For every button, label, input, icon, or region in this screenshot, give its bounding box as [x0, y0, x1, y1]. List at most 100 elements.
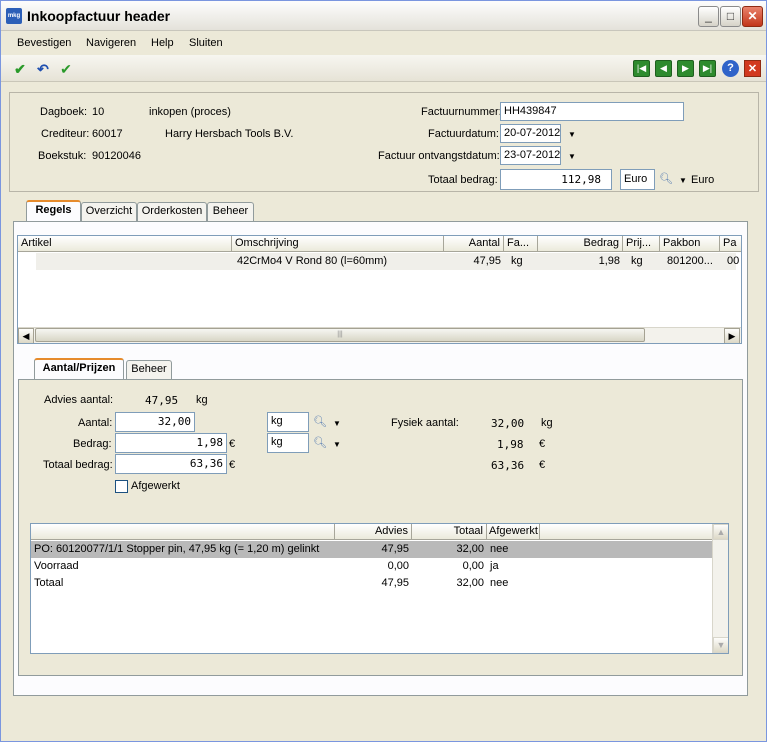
first-record-icon[interactable]: |◀: [633, 60, 650, 77]
tab-regels[interactable]: Regels: [26, 200, 81, 221]
minimize-button[interactable]: _: [698, 6, 719, 27]
totaal-input[interactable]: 63,36: [115, 454, 227, 474]
col-totaal[interactable]: Totaal: [412, 524, 487, 540]
aantal-unit-lookup-icon[interactable]: 🔍︎: [313, 415, 327, 428]
col-fa[interactable]: Fa...: [504, 236, 538, 252]
title-bar[interactable]: mkg Inkoopfactuur header _ □ ✕: [1, 1, 766, 31]
aantal-unit-input[interactable]: kg: [267, 412, 309, 432]
cell-totaal: 32,00: [456, 543, 484, 555]
confirm-all-icon[interactable]: ✔: [57, 60, 75, 78]
cell-aantal: 47,95: [473, 255, 501, 267]
lines-grid-header: Artikel Omschrijving Aantal Fa... Bedrag…: [18, 236, 741, 252]
col-description[interactable]: [31, 524, 335, 540]
advies-value: 47,95: [145, 394, 179, 407]
confirm-check-icon[interactable]: ✔: [11, 60, 29, 78]
cell-pakbon: 801200...: [667, 255, 713, 267]
close-form-icon[interactable]: ✕: [744, 60, 761, 77]
menu-help[interactable]: Help: [151, 37, 174, 49]
cell-prij: kg: [631, 255, 643, 267]
ontvangstdatum-input[interactable]: 23-07-2012: [500, 146, 561, 165]
lines-horizontal-scrollbar[interactable]: ◀ ||| ▶: [18, 327, 741, 343]
afgewerkt-checkbox[interactable]: [115, 480, 128, 493]
cell-afgewerkt: ja: [490, 560, 499, 572]
aantal-unit-dropdown-icon[interactable]: ▼: [333, 419, 341, 428]
cell-afgewerkt: nee: [490, 577, 509, 589]
table-row[interactable]: Voorraad 0,00 0,00 ja: [31, 558, 713, 575]
factuurdatum-input[interactable]: 20-07-2012: [500, 124, 561, 143]
menu-sluiten[interactable]: Sluiten: [189, 37, 223, 49]
col-aantal[interactable]: Aantal: [444, 236, 504, 252]
cell-totaal: 0,00: [462, 560, 484, 572]
cell-advies: 47,95: [381, 543, 409, 555]
alloc-vertical-scrollbar[interactable]: ▲ ▼: [712, 524, 728, 653]
totaal-label: Totaal bedrag:: [43, 459, 113, 471]
dagboek-name: inkopen (proces): [149, 106, 231, 118]
totaal-currency: €: [229, 459, 236, 471]
cell-omschrijving: 42CrMo4 V Rond 80 (l=60mm): [237, 255, 388, 267]
invoice-header-window: mkg Inkoopfactuur header _ □ ✕ Bevestige…: [0, 0, 767, 742]
crediteur-name: Harry Hersbach Tools B.V.: [165, 128, 294, 140]
currency-name: Euro: [691, 174, 715, 186]
cell-description: Voorraad: [34, 560, 79, 572]
cell-advies: 0,00: [387, 560, 409, 572]
alloc-grid-header: Advies Totaal Afgewerkt: [31, 524, 713, 540]
aantal-label: Aantal:: [78, 417, 113, 429]
close-window-button[interactable]: ✕: [742, 6, 763, 27]
menu-bevestigen[interactable]: Bevestigen: [17, 37, 71, 49]
menu-navigeren[interactable]: Navigeren: [86, 37, 136, 49]
currency-lookup-icon[interactable]: 🔍︎: [659, 172, 673, 185]
tab-aantal-prijzen[interactable]: Aantal/Prijzen: [34, 358, 124, 379]
col-afgewerkt[interactable]: Afgewerkt: [487, 524, 540, 540]
maximize-button[interactable]: □: [720, 6, 741, 27]
scrollbar-thumb[interactable]: |||: [35, 328, 645, 342]
scroll-right-icon[interactable]: ▶: [724, 328, 740, 343]
last-record-icon[interactable]: ▶|: [699, 60, 716, 77]
factuurdatum-dropdown-icon[interactable]: ▼: [568, 130, 576, 139]
ontvangstdatum-label: Factuur ontvangstdatum:: [378, 150, 500, 162]
cell-description: Totaal: [34, 577, 64, 589]
boekstuk-value: 90120046: [92, 150, 141, 162]
totaal-bedrag-input[interactable]: 112,98: [500, 169, 612, 190]
previous-record-icon[interactable]: ◀: [655, 60, 672, 77]
bedrag-unit-input[interactable]: kg: [267, 433, 309, 453]
calc-bedrag-currency: €: [539, 438, 546, 450]
col-omschrijving[interactable]: Omschrijving: [232, 236, 444, 252]
calc-bedrag-value: 1,98: [497, 438, 524, 451]
currency-dropdown-icon[interactable]: ▼: [679, 176, 687, 185]
tab-sub-beheer[interactable]: Beheer: [126, 360, 172, 379]
window-title: Inkoopfactuur header: [27, 8, 171, 24]
cell-fa: kg: [511, 255, 523, 267]
table-row[interactable]: PO: 60120077/1/1 Stopper pin, 47,95 kg (…: [31, 541, 713, 558]
scroll-up-icon[interactable]: ▲: [713, 524, 728, 540]
undo-icon[interactable]: ↶: [34, 60, 52, 78]
col-advies[interactable]: Advies: [335, 524, 412, 540]
tab-orderkosten[interactable]: Orderkosten: [137, 202, 207, 221]
factuurnummer-input[interactable]: HH439847: [500, 102, 684, 121]
help-icon[interactable]: ?: [722, 60, 739, 77]
scroll-down-icon[interactable]: ▼: [713, 637, 728, 653]
currency-code-input[interactable]: Euro: [620, 169, 655, 190]
bedrag-input[interactable]: 1,98: [115, 433, 227, 453]
cell-afgewerkt: nee: [490, 543, 509, 555]
scroll-left-icon[interactable]: ◀: [18, 328, 34, 343]
bedrag-unit-dropdown-icon[interactable]: ▼: [333, 440, 341, 449]
tab-beheer[interactable]: Beheer: [207, 202, 254, 221]
calc-totaal-value: 63,36: [491, 459, 525, 472]
advies-label: Advies aantal:: [44, 394, 114, 406]
col-prij[interactable]: Prij...: [623, 236, 660, 252]
col-bedrag[interactable]: Bedrag: [538, 236, 623, 252]
next-record-icon[interactable]: ▶: [677, 60, 694, 77]
aantal-input[interactable]: 32,00: [115, 412, 195, 432]
col-pakbon[interactable]: Pakbon: [660, 236, 720, 252]
col-artikel[interactable]: Artikel: [18, 236, 232, 252]
table-row[interactable]: 42CrMo4 V Rond 80 (l=60mm) 47,95 kg 1,98…: [18, 253, 741, 270]
invoice-header-panel: Dagboek: 10 inkopen (proces) Crediteur: …: [9, 92, 759, 192]
invoice-lines-grid: Artikel Omschrijving Aantal Fa... Bedrag…: [17, 235, 742, 344]
bedrag-unit-lookup-icon[interactable]: 🔍︎: [313, 436, 327, 449]
ontvangstdatum-dropdown-icon[interactable]: ▼: [568, 152, 576, 161]
col-pa[interactable]: Pa: [720, 236, 741, 252]
calc-totaal-currency: €: [539, 459, 546, 471]
cell-description: PO: 60120077/1/1 Stopper pin, 47,95 kg (…: [34, 543, 320, 555]
table-row[interactable]: Totaal 47,95 32,00 nee: [31, 575, 713, 592]
tab-overzicht[interactable]: Overzicht: [81, 202, 137, 221]
